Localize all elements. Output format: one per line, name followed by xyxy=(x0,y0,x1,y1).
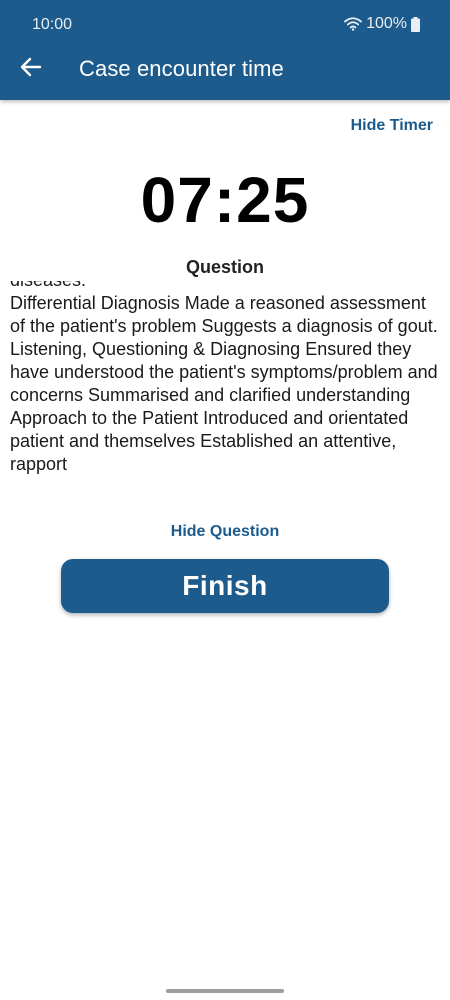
home-indicator[interactable] xyxy=(166,989,284,993)
battery-percent: 100% xyxy=(366,15,407,32)
page-title: Case encounter time xyxy=(79,56,284,81)
status-icons: 100% xyxy=(344,15,420,33)
app-bar: 10:00 100% Case encounter time xyxy=(0,0,450,100)
finish-button[interactable]: Finish xyxy=(61,559,389,613)
hide-question-button[interactable]: Hide Question xyxy=(0,523,450,541)
question-text: diseases. Differential Diagnosis Made a … xyxy=(10,281,440,476)
timer-display: 07:25 xyxy=(140,164,310,236)
back-button[interactable] xyxy=(17,55,45,83)
question-line: Approach to the Patient Introduced and o… xyxy=(10,408,409,474)
question-text-scroll[interactable]: diseases. Differential Diagnosis Made a … xyxy=(10,281,440,502)
hide-timer-button[interactable]: Hide Timer xyxy=(351,117,433,135)
question-line: Differential Diagnosis Made a reasoned a… xyxy=(10,293,438,336)
status-time: 10:00 xyxy=(32,16,73,33)
wifi-icon xyxy=(344,17,362,31)
question-heading: Question xyxy=(185,257,264,277)
battery-icon xyxy=(411,16,420,32)
question-line: Listening, Questioning & Diagnosing Ensu… xyxy=(10,339,438,405)
question-line: diseases. xyxy=(10,281,440,292)
arrow-back-icon xyxy=(20,56,42,83)
status-bar: 10:00 100% xyxy=(0,0,450,50)
